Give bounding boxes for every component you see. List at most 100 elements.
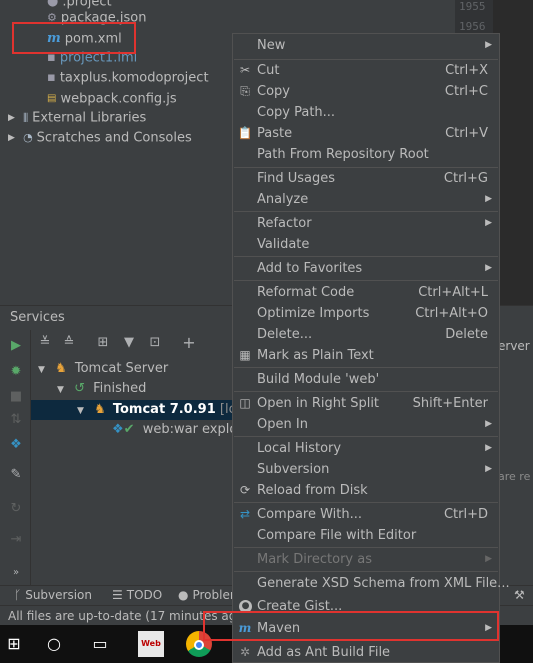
menu-item-reformat-code[interactable]: Reformat Code Ctrl+Alt+L — [233, 282, 499, 303]
menu-item-copy-path[interactable]: Copy Path... — [233, 102, 499, 123]
todo-icon: ☰ — [112, 588, 123, 602]
menu-item-reload-from-disk[interactable]: ⟳ Reload from Disk — [233, 480, 499, 501]
filter-icon[interactable]: ▼ — [119, 332, 139, 354]
menu-item-generate-xsd[interactable]: Generate XSD Schema from XML File... — [233, 573, 510, 594]
build-icon[interactable]: ⚒ — [514, 588, 525, 602]
menu-item-analyze[interactable]: Analyze ▶ — [233, 189, 499, 210]
service-artifact[interactable]: ❖✔ web:war exploc — [112, 420, 244, 440]
menu-separator — [234, 280, 498, 281]
compare-icon: ⇄ — [239, 507, 251, 521]
tree-item-external-libraries[interactable]: ▶ ⫴ External Libraries — [8, 108, 146, 128]
submenu-arrow-icon: ▶ — [485, 443, 492, 453]
reload-icon: ⟳ — [239, 483, 251, 497]
menu-separator — [234, 367, 498, 368]
chevron-right-icon[interactable]: ▶ — [8, 128, 15, 148]
deploy-icon[interactable]: ⇅ — [7, 411, 25, 429]
menu-item-mark-directory-as[interactable]: Mark Directory as ▶ — [233, 549, 499, 570]
copy-icon: ⎘ — [240, 84, 250, 98]
right-panel-text: are re — [498, 470, 531, 483]
menu-item-build-module[interactable]: Build Module 'web' — [233, 369, 499, 390]
problems-icon: ● — [178, 588, 189, 602]
artifact-icon: ❖ — [112, 422, 124, 437]
pom-highlight-box — [12, 22, 136, 54]
js-file-icon: ▤ — [47, 93, 57, 104]
menu-item-refactor[interactable]: Refactor ▶ — [233, 213, 499, 234]
menu-item-add-to-favorites[interactable]: Add to Favorites ▶ — [233, 258, 499, 279]
task-view-icon[interactable]: ▭ — [86, 630, 114, 658]
line-number: 1955 — [459, 0, 486, 13]
tab-subversion[interactable]: ᚴ Subversion — [14, 588, 92, 602]
cut-icon: ✂ — [239, 63, 251, 77]
menu-item-local-history[interactable]: Local History ▶ — [233, 438, 499, 459]
menu-item-paste[interactable]: 📋 Paste Ctrl+V — [233, 123, 499, 144]
menu-separator — [234, 502, 498, 503]
menu-item-copy[interactable]: ⎘ Copy Ctrl+C — [233, 81, 499, 102]
submenu-arrow-icon: ▶ — [485, 263, 492, 273]
library-icon: ⫴ — [23, 111, 29, 125]
refresh-icon[interactable]: ↻ — [7, 500, 25, 518]
submenu-arrow-icon: ▶ — [485, 40, 492, 50]
scratches-icon: ◔ — [23, 131, 33, 144]
menu-separator — [234, 256, 498, 257]
service-tomcat-server[interactable]: ▼ ♞ Tomcat Server — [38, 359, 168, 379]
stop-icon[interactable]: ■ — [7, 388, 25, 406]
tree-item-scratches[interactable]: ▶ ◔ Scratches and Consoles — [8, 128, 192, 148]
chevron-right-icon[interactable]: ▶ — [8, 108, 15, 128]
submenu-arrow-icon: ▶ — [485, 554, 492, 564]
step-icon[interactable]: ⇥ — [7, 531, 25, 549]
menu-item-path-from-repo-root[interactable]: Path From Repository Root — [233, 144, 499, 165]
app-icon[interactable]: Web — [138, 631, 164, 657]
file-icon: ▪ — [47, 70, 56, 85]
debug-icon[interactable]: ✹ — [7, 363, 25, 381]
menu-item-cut[interactable]: ✂ Cut Ctrl+X — [233, 60, 499, 81]
more-icon[interactable]: » — [7, 564, 25, 582]
settings-wrench-icon[interactable]: ✎ — [7, 466, 25, 484]
menu-separator — [234, 571, 498, 572]
new-tab-icon[interactable]: ⊡ — [145, 332, 165, 354]
check-icon: ✔ — [123, 422, 135, 437]
menu-item-validate[interactable]: Validate — [233, 234, 499, 255]
ant-icon: ✲ — [239, 645, 251, 659]
chevron-down-icon[interactable]: ▼ — [57, 385, 64, 395]
submenu-arrow-icon: ▶ — [485, 419, 492, 429]
menu-item-compare-file-with-editor[interactable]: Compare File with Editor — [233, 525, 499, 546]
menu-item-compare-with[interactable]: ⇄ Compare With... Ctrl+D — [233, 504, 499, 525]
menu-separator — [234, 211, 498, 212]
right-panel-label: erver — [498, 339, 530, 353]
run-icon[interactable]: ▶ — [7, 337, 25, 355]
services-side-toolbar: ▶ ✹ ■ ⇅ ❖ ✎ ↻ ⇥ » — [0, 330, 31, 585]
add-service-icon[interactable]: + — [179, 332, 199, 354]
finished-icon: ↺ — [74, 381, 85, 396]
windows-start-icon[interactable]: ⊞ — [0, 630, 28, 658]
plain-text-icon: ▦ — [239, 348, 251, 362]
tree-item-webpack-config[interactable]: ▤ webpack.config.js — [47, 89, 177, 109]
chevron-down-icon[interactable]: ▼ — [38, 365, 45, 375]
collapse-all-icon[interactable]: ≙ — [59, 332, 79, 354]
tab-todo[interactable]: ☰ TODO — [112, 588, 162, 602]
search-icon[interactable]: ○ — [40, 630, 68, 658]
services-title: Services — [10, 310, 65, 325]
chrome-center-icon — [194, 640, 204, 650]
split-icon: ◫ — [239, 396, 251, 410]
menu-item-new[interactable]: New ▶ — [233, 35, 499, 56]
menu-item-find-usages[interactable]: Find Usages Ctrl+G — [233, 168, 499, 189]
tree-item-taxplus-komodoproject[interactable]: ▪ taxplus.komodoproject — [47, 68, 209, 88]
menu-item-delete[interactable]: Delete... Delete — [233, 324, 499, 345]
menu-item-open-in-right-split[interactable]: ◫ Open in Right Split Shift+Enter — [233, 393, 499, 414]
menu-item-optimize-imports[interactable]: Optimize Imports Ctrl+Alt+O — [233, 303, 499, 324]
tomcat-icon: ♞ — [94, 402, 106, 417]
menu-item-add-as-ant-build-file[interactable]: ✲ Add as Ant Build File — [233, 642, 499, 663]
paste-icon: 📋 — [237, 126, 253, 140]
menu-separator — [234, 391, 498, 392]
expand-all-icon[interactable]: ≚ — [35, 332, 55, 354]
service-finished[interactable]: ▼ ↺ Finished — [57, 379, 146, 399]
group-icon[interactable]: ⊞ — [93, 332, 113, 354]
chevron-down-icon[interactable]: ▼ — [77, 406, 84, 416]
menu-item-subversion[interactable]: Subversion ▶ — [233, 459, 499, 480]
menu-item-open-in[interactable]: Open In ▶ — [233, 414, 499, 435]
artifact-icon[interactable]: ❖ — [7, 436, 25, 454]
menu-item-mark-as-plain-text[interactable]: ▦ Mark as Plain Text — [233, 345, 499, 366]
context-menu: New ▶ ✂ Cut Ctrl+X ⎘ Copy Ctrl+C Copy Path...… — [232, 33, 510, 663]
tab-problems[interactable]: ● Problen — [178, 588, 237, 602]
maven-highlight-box — [203, 611, 499, 641]
